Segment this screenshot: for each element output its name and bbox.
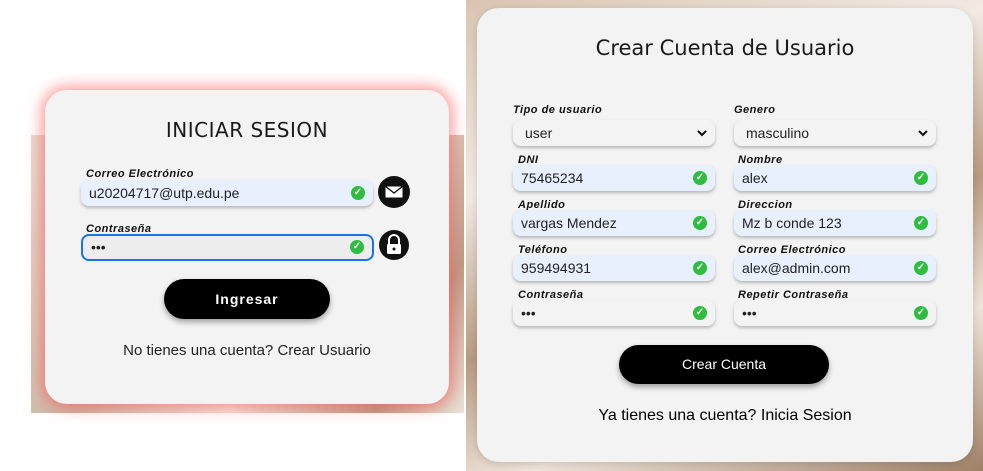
valid-check-icon: ✓ [350, 240, 364, 254]
valid-check-icon: ✓ [914, 261, 928, 275]
valid-check-icon: ✓ [693, 171, 707, 185]
lastname-field[interactable]: vargas Mendez ✓ [513, 210, 715, 236]
login-link[interactable]: Inicia Sesion [761, 407, 852, 424]
register-password-value: ••• [521, 305, 536, 321]
create-account-button[interactable]: Crear Cuenta [619, 345, 829, 384]
login-email-value: u20204717@utp.edu.pe [89, 185, 240, 201]
login-password-field[interactable]: ••• ✓ [81, 234, 374, 261]
register-footer-text: Ya tienes una cuenta? [598, 407, 757, 424]
repeat-password-value: ••• [742, 305, 757, 321]
gender-select[interactable]: masculino [734, 120, 936, 146]
dni-value: 75465234 [521, 170, 584, 186]
chevron-down-icon [918, 130, 928, 137]
chevron-down-icon [697, 130, 707, 137]
user-type-select[interactable]: user [513, 120, 715, 146]
register-email-field[interactable]: alex@admin.com ✓ [734, 255, 936, 281]
user-type-value: user [525, 125, 553, 141]
create-user-link[interactable]: Crear Usuario [277, 342, 370, 359]
phone-value: 959494931 [521, 260, 592, 276]
valid-check-icon: ✓ [914, 306, 928, 320]
gender-value: masculino [746, 125, 810, 141]
valid-check-icon: ✓ [693, 306, 707, 320]
valid-check-icon: ✓ [914, 171, 928, 185]
login-card: INICIAR SESION Correo Electrónico u20204… [45, 90, 449, 404]
valid-check-icon: ✓ [693, 216, 707, 230]
name-field[interactable]: alex ✓ [734, 165, 936, 191]
login-footer-text: No tienes una cuenta? [123, 342, 274, 359]
mail-icon [378, 176, 410, 208]
phone-field[interactable]: 959494931 ✓ [513, 255, 715, 281]
register-card: Crear Cuenta de Usuario Tipo de usuario … [477, 8, 973, 462]
dni-field[interactable]: 75465234 ✓ [513, 165, 715, 191]
register-title: Crear Cuenta de Usuario [595, 36, 855, 60]
register-password-field[interactable]: ••• ✓ [513, 300, 715, 326]
valid-check-icon: ✓ [693, 261, 707, 275]
valid-check-icon: ✓ [914, 216, 928, 230]
user-type-label: Tipo de usuario [513, 104, 603, 116]
gender-label: Genero [734, 104, 776, 116]
login-email-field[interactable]: u20204717@utp.edu.pe ✓ [81, 180, 373, 206]
login-footer: No tienes una cuenta? Crear Usuario [45, 342, 449, 359]
lastname-value: vargas Mendez [521, 215, 617, 231]
login-password-value: ••• [91, 239, 106, 255]
lock-icon [379, 230, 409, 260]
register-footer: Ya tienes una cuenta? Inicia Sesion [477, 407, 973, 425]
register-email-value: alex@admin.com [742, 260, 851, 276]
name-value: alex [742, 170, 768, 186]
address-field[interactable]: Mz b conde 123 ✓ [734, 210, 936, 236]
login-submit-button[interactable]: Ingresar [164, 279, 330, 319]
valid-check-icon: ✓ [351, 186, 365, 200]
login-email-label: Correo Electrónico [86, 168, 195, 180]
repeat-password-field[interactable]: ••• ✓ [734, 300, 936, 326]
login-title: INICIAR SESION [165, 118, 329, 142]
address-value: Mz b conde 123 [742, 215, 842, 231]
